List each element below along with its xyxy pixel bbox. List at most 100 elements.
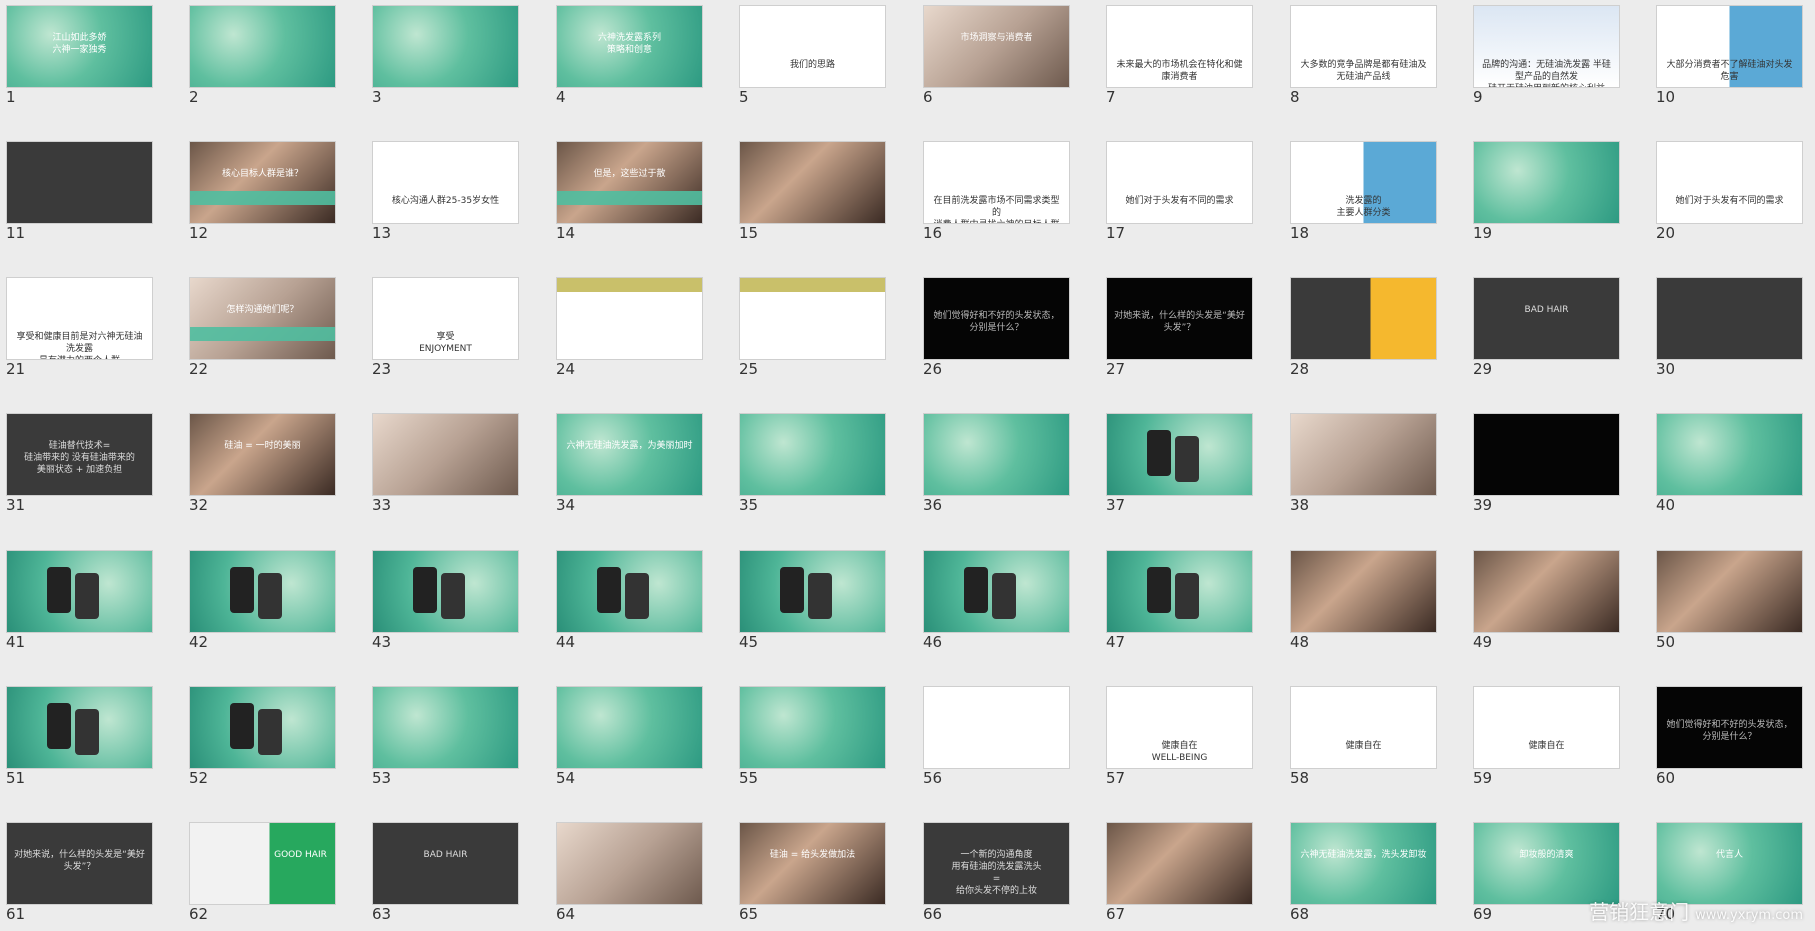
slide-thumbnail[interactable]	[372, 5, 519, 88]
slide-thumbnail[interactable]: 她们对于头发有不同的需求	[1106, 141, 1253, 224]
slide-thumbnail[interactable]	[1106, 822, 1253, 905]
slide-thumbnail[interactable]: 代言人	[1656, 822, 1803, 905]
slide-cell: 她们觉得好和不好的头发状态， 分别是什么？ 26	[917, 272, 1093, 402]
slide-number: 47	[1106, 633, 1126, 651]
slide-cell: 市场洞察与消费者 6	[917, 0, 1093, 130]
slide-thumbnail[interactable]	[6, 550, 153, 633]
slide-cell: 36	[917, 408, 1093, 538]
slide-cell: 2	[183, 0, 359, 130]
slide-thumbnail[interactable]	[739, 141, 886, 224]
slide-cell: 40	[1650, 408, 1815, 538]
slide-thumbnail[interactable]: 我们的思路	[739, 5, 886, 88]
slide-cell: 33	[366, 408, 542, 538]
slide-thumbnail[interactable]: 大部分消费者不了解硅油对头发危害	[1656, 5, 1803, 88]
slide-thumbnail[interactable]: 享受 ENJOYMENT	[372, 277, 519, 360]
slide-thumbnail[interactable]	[6, 686, 153, 769]
slide-thumbnail[interactable]: 但是，这些过于散	[556, 141, 703, 224]
slide-number: 61	[6, 905, 26, 923]
slide-thumbnail[interactable]	[1473, 413, 1620, 496]
slide-number: 16	[923, 224, 943, 242]
slide-number: 66	[923, 905, 943, 923]
slide-thumbnail[interactable]	[1473, 550, 1620, 633]
slide-thumbnail[interactable]: 市场洞察与消费者	[923, 5, 1070, 88]
caption-band	[190, 327, 335, 341]
slide-thumbnail[interactable]	[739, 686, 886, 769]
slide-thumbnail[interactable]	[1290, 413, 1437, 496]
slide-thumbnail[interactable]: 怎样沟通她们呢？	[189, 277, 336, 360]
slide-title: 在目前洗发露市场不同需求类型的 消费人群中寻找六神的目标人群	[933, 196, 1060, 223]
slide-thumbnail[interactable]: 未来最大的市场机会在特化和健康消费者	[1106, 5, 1253, 88]
slide-thumbnail[interactable]	[189, 686, 336, 769]
slide-thumbnail[interactable]	[1656, 550, 1803, 633]
slide-number: 26	[923, 360, 943, 378]
slide-thumbnail[interactable]: 享受和健康目前是对六神无硅油洗发露 最有潜力的两个人群	[6, 277, 153, 360]
slide-number: 4	[556, 88, 566, 106]
slide-thumbnail[interactable]	[189, 5, 336, 88]
slide-thumbnail[interactable]: 健康自在	[1290, 686, 1437, 769]
slide-cell: 她们觉得好和不好的头发状态， 分别是什么？ 60	[1650, 681, 1815, 811]
slide-thumbnail[interactable]: BAD HAIR	[1473, 277, 1620, 360]
slide-thumbnail[interactable]	[1290, 277, 1437, 360]
slide-thumbnail[interactable]: 洗发露的 主要人群分类	[1290, 141, 1437, 224]
slide-thumbnail[interactable]: 大多数的竞争品牌是都有硅油及无硅油产品线	[1290, 5, 1437, 88]
slide-thumbnail[interactable]	[556, 277, 703, 360]
slide-thumbnail[interactable]: 一个新的沟通角度 用有硅油的洗发露洗头 = 给你头发不停的上妆	[923, 822, 1070, 905]
slide-thumbnail[interactable]: 她们觉得好和不好的头发状态， 分别是什么？	[1656, 686, 1803, 769]
slide-thumbnail[interactable]: 她们对于头发有不同的需求	[1656, 141, 1803, 224]
slide-number: 60	[1656, 769, 1676, 787]
slide-thumbnail[interactable]	[556, 822, 703, 905]
slide-thumbnail[interactable]	[372, 550, 519, 633]
slide-thumbnail[interactable]	[739, 413, 886, 496]
slide-cell: 19	[1467, 136, 1643, 266]
slide-cell: 43	[366, 545, 542, 675]
slide-thumbnail[interactable]	[923, 550, 1070, 633]
slide-thumbnail[interactable]	[1290, 550, 1437, 633]
slide-thumbnail[interactable]	[372, 413, 519, 496]
slide-title: 洗发露的 主要人群分类	[1336, 196, 1391, 219]
slide-thumbnail[interactable]: 品牌的沟通：无硅油洗发露 半硅型产品的自然发 硅开无硅油用到新的核心利益	[1473, 5, 1620, 88]
slide-thumbnail[interactable]: 六神无硅油洗发露，为美丽加时	[556, 413, 703, 496]
slide-thumbnail[interactable]	[1473, 141, 1620, 224]
slide-thumbnail[interactable]: 卸妆般的清爽	[1473, 822, 1620, 905]
slide-thumbnail[interactable]: 核心目标人群是谁？	[189, 141, 336, 224]
slide-thumbnail[interactable]	[556, 550, 703, 633]
slide-thumbnail[interactable]	[1656, 277, 1803, 360]
slide-thumbnail[interactable]: 健康自在	[1473, 686, 1620, 769]
slide-number: 44	[556, 633, 576, 651]
slide-thumbnail[interactable]	[923, 413, 1070, 496]
slide-cell: 健康自在 58	[1284, 681, 1460, 811]
slide-cell: 54	[550, 681, 726, 811]
slide-thumbnail[interactable]: 硅油 = 给头发做加法	[739, 822, 886, 905]
slide-cell: 53	[366, 681, 542, 811]
slide-cell: 怎样沟通她们呢？ 22	[183, 272, 359, 402]
slide-number: 11	[6, 224, 26, 242]
slide-thumbnail[interactable]: 六神洗发露系列 策略和创意	[556, 5, 703, 88]
slide-thumbnail[interactable]: 硅油 = 一时的美丽	[189, 413, 336, 496]
slide-thumbnail[interactable]	[739, 550, 886, 633]
slide-thumbnail[interactable]: 对她来说，什么样的头发是“美好头发”？	[1106, 277, 1253, 360]
slide-number: 34	[556, 496, 576, 514]
slide-number: 52	[189, 769, 209, 787]
slide-thumbnail[interactable]	[1656, 413, 1803, 496]
watermark-text: 营销狂意门	[1589, 900, 1690, 924]
slide-thumbnail[interactable]: 健康自在 WELL-BEING	[1106, 686, 1253, 769]
slide-thumbnail[interactable]: 江山如此多娇 六神一家独秀	[6, 5, 153, 88]
slide-thumbnail[interactable]	[739, 277, 886, 360]
slide-thumbnail[interactable]	[1106, 550, 1253, 633]
slide-thumbnail[interactable]: 硅油替代技术= 硅油带来的 没有硅油带来的 美丽状态 + 加速负担	[6, 413, 153, 496]
slide-thumbnail[interactable]: BAD HAIR	[372, 822, 519, 905]
slide-thumbnail[interactable]	[1106, 413, 1253, 496]
slide-thumbnail[interactable]: 对她来说，什么样的头发是“美好头发”？	[6, 822, 153, 905]
slide-thumbnail[interactable]: 在目前洗发露市场不同需求类型的 消费人群中寻找六神的目标人群	[923, 141, 1070, 224]
slide-thumbnail[interactable]	[6, 141, 153, 224]
slide-cell: 24	[550, 272, 726, 402]
slide-thumbnail[interactable]	[923, 686, 1070, 769]
slide-thumbnail[interactable]: 核心沟通人群25-35岁女性	[372, 141, 519, 224]
slide-thumbnail[interactable]: GOOD HAIR	[189, 822, 336, 905]
watermark-url: www.yxrym.com	[1695, 908, 1803, 923]
slide-thumbnail[interactable]	[189, 550, 336, 633]
slide-thumbnail[interactable]	[556, 686, 703, 769]
slide-thumbnail[interactable]: 她们觉得好和不好的头发状态， 分别是什么？	[923, 277, 1070, 360]
slide-thumbnail[interactable]	[372, 686, 519, 769]
slide-thumbnail[interactable]: 六神无硅油洗发露，洗头发卸妆	[1290, 822, 1437, 905]
